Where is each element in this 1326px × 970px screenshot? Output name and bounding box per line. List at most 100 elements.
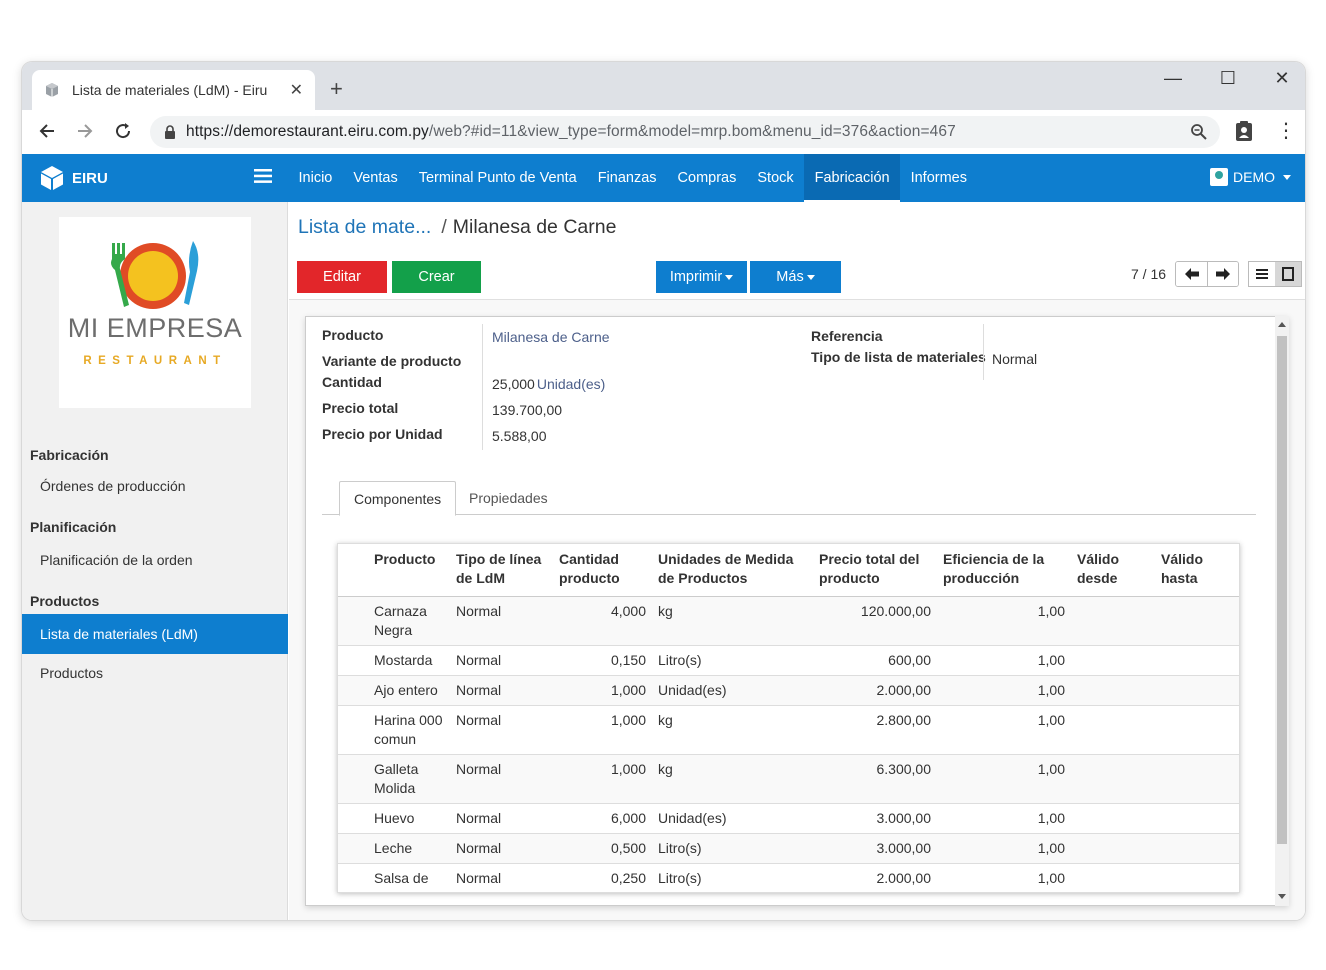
form-view-icon[interactable] (1275, 262, 1301, 286)
value-cantidad-unit[interactable]: Unidad(es) (537, 376, 605, 392)
column-header-valido-desde[interactable]: Válido desde (1071, 544, 1155, 597)
scroll-up-icon[interactable] (1278, 322, 1286, 327)
column-header-unidades[interactable]: Unidades de Medida de Productos (652, 544, 813, 597)
menu-item-inicio[interactable]: Inicio (288, 154, 343, 202)
user-menu[interactable]: DEMO (1210, 168, 1291, 186)
forward-icon[interactable] (72, 118, 98, 144)
cell-valido-desde (1071, 863, 1155, 892)
vertical-scrollbar[interactable] (1275, 316, 1289, 906)
pager-next-button[interactable] (1207, 262, 1238, 286)
cell-valido-desde (1071, 833, 1155, 864)
create-button[interactable]: Crear (392, 261, 481, 293)
tab-strip: Lista de materiales (LdM) - Eiru ✕ + — ☐… (22, 62, 1305, 110)
cell-cantidad: 4,000 (553, 596, 652, 646)
cell-eficiencia: 1,00 (937, 645, 1071, 676)
label-referencia: Referencia (811, 328, 883, 344)
form-sheet-area: Producto Variante de producto Cantidad P… (289, 300, 1305, 920)
column-header-valido-hasta[interactable]: Válido hasta (1155, 544, 1239, 597)
row-handle (338, 863, 368, 892)
cell-producto: Ajo entero (368, 675, 450, 706)
user-name: DEMO (1233, 169, 1275, 185)
lock-icon (165, 125, 175, 139)
table-row[interactable]: Mostarda Normal 0,150 Litro(s) 600,00 1,… (338, 645, 1239, 676)
edit-button[interactable]: Editar (297, 261, 387, 293)
user-avatar (1210, 168, 1228, 186)
back-icon[interactable] (34, 118, 60, 144)
menu-item-compras[interactable]: Compras (667, 154, 747, 202)
table-row[interactable]: Ajo entero Normal 1,000 Unidad(es) 2.000… (338, 675, 1239, 706)
cell-valido-desde (1071, 705, 1155, 755)
menu-item-ventas[interactable]: Ventas (343, 154, 408, 202)
more-dropdown-button[interactable]: Más (750, 261, 841, 293)
cell-tipo: Normal (450, 803, 553, 834)
cell-producto: Huevo (368, 803, 450, 834)
brand-logo[interactable]: EIRU (38, 164, 108, 192)
cell-valido-hasta (1155, 645, 1239, 676)
menu-item-terminal-punto-de-venta[interactable]: Terminal Punto de Venta (408, 154, 587, 202)
minimize-icon[interactable]: — (1153, 68, 1193, 89)
column-header-eficiencia[interactable]: Eficiencia de la producción (937, 544, 1071, 597)
arrow-left-icon (1184, 268, 1199, 280)
pager-previous-button[interactable] (1176, 262, 1207, 286)
browser-menu-icon[interactable]: ⋮ (1276, 118, 1296, 144)
scroll-down-icon[interactable] (1278, 894, 1286, 899)
menu-item-informes[interactable]: Informes (900, 154, 977, 202)
sidebar-item-planificacion-de-la-orden[interactable]: Planificación de la orden (22, 540, 288, 580)
window-close-icon[interactable]: ✕ (1262, 68, 1302, 89)
sidebar-item-lista-de-materiales[interactable]: Lista de materiales (LdM) (22, 614, 288, 654)
cell-cantidad: 0,250 (553, 863, 652, 892)
column-header-producto[interactable]: Producto (368, 544, 450, 597)
list-view-icon[interactable] (1249, 262, 1275, 286)
column-header-cantidad[interactable]: Cantidad producto (553, 544, 652, 597)
cell-producto: Carnaza Negra (368, 596, 450, 646)
table-row[interactable]: Carnaza Negra Normal 4,000 kg 120.000,00… (338, 596, 1239, 646)
address-bar[interactable]: https://demorestaurant.eiru.com.py/web?#… (150, 116, 1220, 148)
components-table: Producto Tipo de línea de LdM Cantidad p… (338, 544, 1239, 892)
clipboard-extension-icon[interactable] (1234, 120, 1254, 142)
cell-cantidad: 6,000 (553, 803, 652, 834)
cell-valido-desde (1071, 754, 1155, 804)
maximize-icon[interactable]: ☐ (1208, 68, 1248, 89)
menu-item-finanzas[interactable]: Finanzas (587, 154, 667, 202)
cell-valido-hasta (1155, 596, 1239, 646)
cell-eficiencia: 1,00 (937, 863, 1071, 892)
menu-item-stock[interactable]: Stock (747, 154, 804, 202)
value-producto-link[interactable]: Milanesa de Carne (492, 329, 610, 345)
form-sheet: Producto Variante de producto Cantidad P… (305, 316, 1289, 906)
breadcrumb-link[interactable]: Lista de mate... (298, 216, 431, 238)
table-row[interactable]: Harina 000 comun Normal 1,000 kg 2.800,0… (338, 705, 1239, 755)
table-row[interactable]: Huevo Normal 6,000 Unidad(es) 3.000,00 1… (338, 803, 1239, 834)
logo-company-name: MI EMPRESA (67, 313, 243, 343)
cell-eficiencia: 1,00 (937, 675, 1071, 706)
cell-eficiencia: 1,00 (937, 596, 1071, 646)
zoom-icon[interactable] (1190, 123, 1208, 141)
tab-close-icon[interactable]: ✕ (290, 80, 303, 100)
print-dropdown-button[interactable]: Imprimir (656, 261, 747, 293)
menu-item-fabricacion[interactable]: Fabricación (804, 154, 901, 202)
more-label: Más (776, 269, 804, 285)
sidebar-item-productos[interactable]: Productos (22, 653, 288, 693)
label-variante: Variante de producto (322, 353, 462, 369)
cell-valido-hasta (1155, 675, 1239, 706)
tab-componentes[interactable]: Componentes (339, 481, 457, 516)
hamburger-menu-icon[interactable] (254, 168, 272, 184)
cell-eficiencia: 1,00 (937, 705, 1071, 755)
brand-name: EIRU (72, 169, 108, 187)
tab-propiedades[interactable]: Propiedades (455, 481, 562, 516)
table-row[interactable]: Leche Normal 0,500 Litro(s) 3.000,00 1,0… (338, 833, 1239, 864)
scroll-thumb[interactable] (1277, 336, 1287, 844)
reload-icon[interactable] (110, 118, 136, 144)
browser-tab[interactable]: Lista de materiales (LdM) - Eiru ✕ (32, 70, 315, 110)
sidebar-section-fabricacion: Fabricación (30, 447, 109, 463)
new-tab-button[interactable]: + (330, 76, 343, 102)
cell-tipo: Normal (450, 833, 553, 864)
column-header-tipo-linea[interactable]: Tipo de línea de LdM (450, 544, 553, 597)
table-row[interactable]: Galleta Molida Normal 1,000 kg 6.300,00 … (338, 754, 1239, 804)
cell-precio: 3.000,00 (813, 833, 937, 864)
sidebar-section-planificacion: Planificación (30, 519, 117, 535)
sidebar-item-ordenes-de-produccion[interactable]: Órdenes de producción (22, 466, 288, 506)
table-row[interactable]: Salsa de Soja Normal 0,250 Litro(s) 2.00… (338, 863, 1239, 892)
column-header-precio-total[interactable]: Precio total del producto (813, 544, 937, 597)
cell-valido-desde (1071, 596, 1155, 646)
cell-precio: 3.000,00 (813, 803, 937, 834)
